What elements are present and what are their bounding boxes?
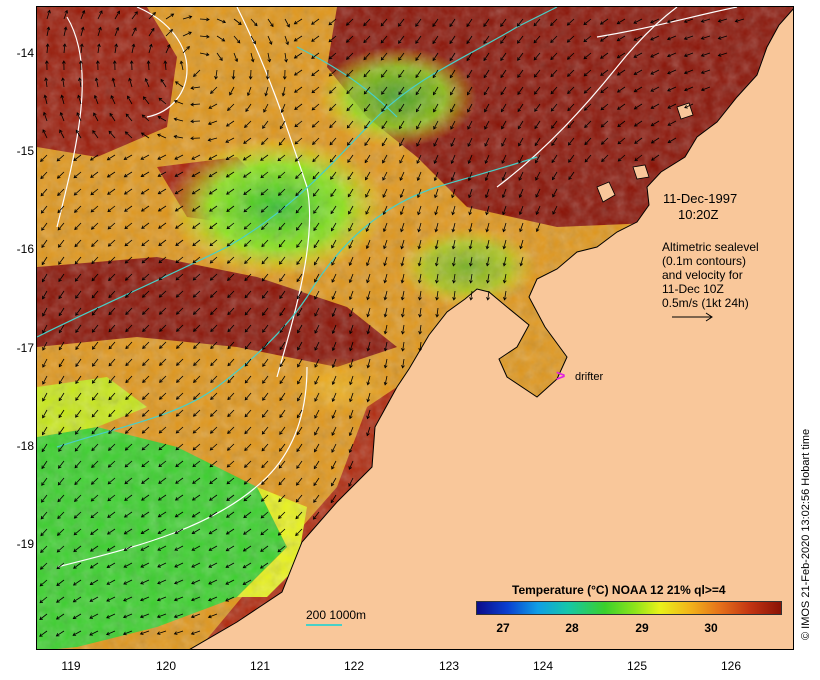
velocity-scale-arrow — [672, 312, 713, 322]
colorbar-tick: 29 — [635, 621, 649, 635]
credit-line: © IMOS 21-Feb-2020 13:02:56 Hobart time — [800, 428, 812, 640]
x-tick-label: 125 — [626, 659, 648, 673]
x-tick-label: 124 — [532, 659, 554, 673]
x-tick-label: 126 — [720, 659, 742, 673]
time-label: 10:20Z — [678, 207, 719, 222]
y-tick-label: -18 — [16, 439, 34, 453]
drifter-label: drifter — [575, 371, 604, 383]
x-tick-label: 123 — [438, 659, 460, 673]
depth-legend-line — [306, 624, 342, 626]
y-tick-label: -16 — [16, 242, 34, 256]
colorbar-tick: 30 — [704, 621, 718, 635]
y-tick-label: -19 — [16, 537, 34, 551]
altimetry-line-2: (0.1m contours) — [662, 254, 747, 268]
y-tick-label: -17 — [16, 341, 34, 355]
x-tick-label: 120 — [155, 659, 177, 673]
sst-map — [37, 7, 793, 649]
velocity-arrow — [250, 69, 252, 80]
altimetry-line-5: 0.5m/s (1kt 24h) — [662, 296, 749, 310]
altimetry-line-3: and velocity for — [662, 268, 743, 282]
drifter-icon: > — [556, 368, 566, 385]
colorbar-title: Temperature (°C) NOAA 12 21% ql>=4 — [512, 583, 726, 597]
x-tick-label: 122 — [343, 659, 365, 673]
altimetry-line-4: 11-Dec 10Z — [662, 282, 724, 296]
altimetry-line-1: Altimetric sealevel — [662, 240, 759, 254]
colorbar-tick: 27 — [496, 621, 510, 635]
temperature-colorbar — [476, 601, 782, 615]
x-tick-label: 121 — [249, 659, 271, 673]
x-tick-label: 119 — [61, 659, 81, 673]
colorbar-tick: 28 — [565, 621, 579, 635]
date-label: 11-Dec-1997 — [663, 191, 738, 206]
y-tick-label: -15 — [16, 144, 34, 158]
map-frame[interactable] — [36, 6, 794, 650]
velocity-arrow — [190, 120, 201, 122]
depth-legend: 200 1000m — [306, 608, 367, 622]
y-tick-label: -14 — [16, 46, 34, 60]
